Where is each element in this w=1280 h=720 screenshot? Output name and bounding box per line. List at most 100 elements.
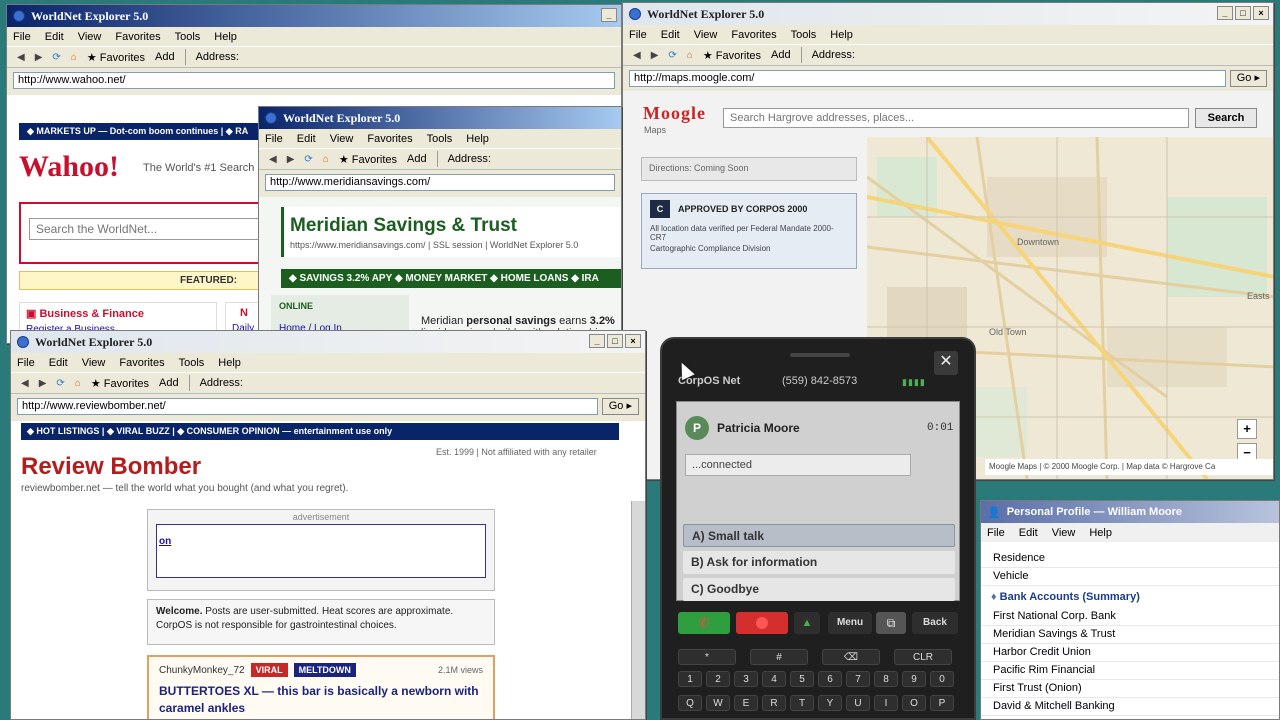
refresh-icon[interactable]: ⟳ [52, 52, 60, 63]
wahoo-search-input[interactable] [29, 218, 259, 240]
menu-file[interactable]: File [629, 29, 647, 41]
back-icon[interactable]: ◀ [269, 154, 277, 165]
review-title-bar[interactable]: WorldNet Explorer 5.0 _ □ × [11, 331, 645, 353]
post-title[interactable]: BUTTERTOES XL — this bar is basically a … [159, 683, 483, 717]
minimize-button[interactable]: _ [601, 8, 617, 22]
menu-favorites[interactable]: Favorites [115, 31, 160, 43]
profile-row-residence[interactable]: Residence [981, 550, 1279, 568]
address-input[interactable]: http://www.meridiansavings.com/ [265, 173, 615, 191]
profile-title-bar[interactable]: 👤 Personal Profile — William Moore [981, 501, 1279, 523]
back-icon[interactable]: ◀ [17, 52, 25, 63]
menu-view[interactable]: View [1052, 527, 1076, 539]
menu-edit[interactable]: Edit [1019, 527, 1038, 539]
home-icon[interactable]: ⌂ [687, 50, 693, 61]
back-icon[interactable]: ◀ [633, 50, 641, 61]
forward-icon[interactable]: ▶ [35, 52, 43, 63]
add-button[interactable]: Add [155, 51, 175, 63]
meridian-promo-bar[interactable]: ◆ SAVINGS 3.2% APY ◆ MONEY MARKET ◆ HOME… [281, 269, 621, 288]
zoom-in-button[interactable]: + [1237, 419, 1257, 439]
meridian-browser-window[interactable]: WorldNet Explorer 5.0 File Edit View Fav… [258, 106, 622, 336]
bank-row[interactable]: Pacific Rim Financial [981, 662, 1279, 680]
key-p[interactable]: P [930, 695, 954, 711]
bank-section-header[interactable]: ♦ Bank Accounts (Summary) [981, 586, 1279, 608]
menu-tools[interactable]: Tools [427, 133, 453, 145]
key-w[interactable]: W [706, 695, 730, 711]
menu-tools[interactable]: Tools [175, 31, 201, 43]
minimize-button[interactable]: _ [589, 334, 605, 348]
up-button[interactable]: ▲ [794, 612, 820, 634]
maximize-button[interactable]: □ [1235, 6, 1251, 20]
menu-button[interactable]: Menu [828, 612, 872, 634]
forward-icon[interactable]: ▶ [39, 378, 47, 389]
add-button[interactable]: Add [407, 153, 427, 165]
key-t[interactable]: T [790, 695, 814, 711]
key-o[interactable]: O [902, 695, 926, 711]
review-browser-window[interactable]: WorldNet Explorer 5.0 _ □ × File Edit Vi… [10, 330, 646, 720]
option-ask-information[interactable]: B) Ask for information [683, 551, 955, 574]
key-7[interactable]: 7 [846, 671, 870, 687]
phone-close-button[interactable]: ✕ [934, 351, 958, 375]
favorites-button[interactable]: ★ Favorites [703, 49, 761, 62]
wahoo-title-bar[interactable]: WorldNet Explorer 5.0 _ [7, 5, 621, 27]
key-5[interactable]: 5 [790, 671, 814, 687]
menu-tools[interactable]: Tools [791, 29, 817, 41]
key-u[interactable]: U [846, 695, 870, 711]
menu-file[interactable]: File [13, 31, 31, 43]
post-user[interactable]: ChunkyMonkey_72 [159, 665, 245, 676]
favorites-button[interactable]: ★ Favorites [87, 51, 145, 64]
key-9[interactable]: 9 [902, 671, 926, 687]
key-backspace[interactable]: ⌫ [822, 649, 880, 665]
key-clear[interactable]: CLR [894, 649, 952, 665]
bank-row[interactable]: First National Corp. Bank [981, 608, 1279, 626]
menu-view[interactable]: View [82, 357, 106, 369]
refresh-icon[interactable]: ⟳ [56, 378, 64, 389]
menu-view[interactable]: View [330, 133, 354, 145]
menu-help[interactable]: Help [1089, 527, 1112, 539]
menu-favorites[interactable]: Favorites [367, 133, 412, 145]
menu-view[interactable]: View [78, 31, 102, 43]
key-6[interactable]: 6 [818, 671, 842, 687]
menu-edit[interactable]: Edit [297, 133, 316, 145]
map-search-button[interactable]: Search [1195, 108, 1257, 128]
review-nav-bar[interactable]: ◆ HOT LISTINGS | ◆ VIRAL BUZZ | ◆ CONSUM… [21, 423, 619, 440]
bank-row[interactable]: First Trust (Onion) [981, 680, 1279, 698]
refresh-icon[interactable]: ⟳ [304, 154, 312, 165]
menu-file[interactable]: File [17, 357, 35, 369]
add-button[interactable]: Add [159, 377, 179, 389]
menu-edit[interactable]: Edit [49, 357, 68, 369]
home-icon[interactable]: ⌂ [71, 52, 77, 63]
menu-help[interactable]: Help [466, 133, 489, 145]
key-q[interactable]: Q [678, 695, 702, 711]
menu-view[interactable]: View [694, 29, 718, 41]
key-i[interactable]: I [874, 695, 898, 711]
menu-help[interactable]: Help [218, 357, 241, 369]
address-input[interactable]: http://www.reviewbomber.net/ [17, 397, 598, 415]
key-r[interactable]: R [762, 695, 786, 711]
address-input[interactable]: http://maps.moogle.com/ [629, 69, 1226, 87]
map-search-input[interactable] [723, 108, 1189, 128]
menu-help[interactable]: Help [830, 29, 853, 41]
menu-help[interactable]: Help [214, 31, 237, 43]
key-3[interactable]: 3 [734, 671, 758, 687]
close-button[interactable]: × [625, 334, 641, 348]
close-button[interactable]: × [1253, 6, 1269, 20]
favorites-button[interactable]: ★ Favorites [91, 377, 149, 390]
option-small-talk[interactable]: A) Small talk [683, 524, 955, 547]
key-y[interactable]: Y [818, 695, 842, 711]
key-e[interactable]: E [734, 695, 758, 711]
maximize-button[interactable]: □ [607, 334, 623, 348]
key-1[interactable]: 1 [678, 671, 702, 687]
window-switch-icon[interactable]: ⧉ [876, 612, 906, 634]
menu-edit[interactable]: Edit [661, 29, 680, 41]
call-button[interactable]: ✆ [678, 612, 730, 634]
key-star[interactable]: * [678, 649, 736, 665]
key-4[interactable]: 4 [762, 671, 786, 687]
ad-frame[interactable]: on [156, 524, 486, 578]
forward-icon[interactable]: ▶ [651, 50, 659, 61]
menu-file[interactable]: File [265, 133, 283, 145]
profile-window[interactable]: 👤 Personal Profile — William Moore File … [980, 500, 1280, 720]
option-goodbye[interactable]: C) Goodbye [683, 578, 955, 601]
go-button[interactable]: Go ▸ [1229, 69, 1267, 87]
key-0[interactable]: 0 [930, 671, 954, 687]
menu-favorites[interactable]: Favorites [119, 357, 164, 369]
